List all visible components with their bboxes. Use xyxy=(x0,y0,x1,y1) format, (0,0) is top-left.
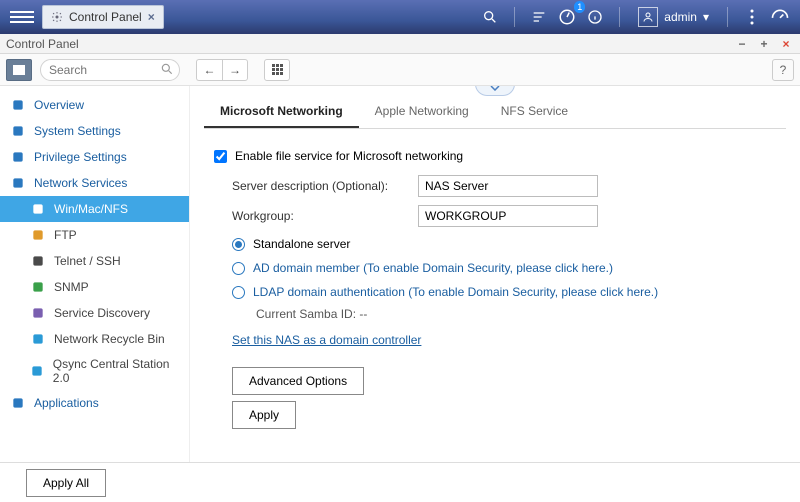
sidebar-item-system-settings[interactable]: System Settings xyxy=(0,118,189,144)
maximize-button[interactable]: + xyxy=(756,36,772,52)
home-icon xyxy=(13,65,25,75)
advanced-options-button[interactable]: Advanced Options xyxy=(232,367,364,395)
sidebar-icon xyxy=(30,305,46,321)
sidebar-item-label: System Settings xyxy=(34,124,121,138)
sidebar-item-overview[interactable]: Overview xyxy=(0,92,189,118)
gear-icon xyxy=(51,11,63,23)
tasks-icon[interactable] xyxy=(525,3,553,31)
sidebar-item-network-recycle-bin[interactable]: Network Recycle Bin xyxy=(0,326,189,352)
more-icon[interactable] xyxy=(738,3,766,31)
sidebar-icon xyxy=(30,227,46,243)
expand-handle[interactable] xyxy=(475,86,515,96)
sidebar-item-label: Network Services xyxy=(34,176,127,190)
enable-ms-networking-label: Enable file service for Microsoft networ… xyxy=(235,149,463,163)
apps-grid-button[interactable] xyxy=(264,59,290,81)
sidebar-item-telnet-ssh[interactable]: Telnet / SSH xyxy=(0,248,189,274)
sidebar-icon xyxy=(10,123,26,139)
ldap-auth-radio[interactable] xyxy=(232,286,245,299)
sidebar-item-label: Privilege Settings xyxy=(34,150,127,164)
search-field xyxy=(40,59,180,81)
back-button[interactable]: ← xyxy=(196,59,222,81)
samba-id-label: Current Samba ID: xyxy=(256,307,356,321)
server-desc-input[interactable] xyxy=(418,175,598,197)
tab-apple-networking[interactable]: Apple Networking xyxy=(359,96,485,128)
sidebar-icon xyxy=(30,253,46,269)
server-desc-label: Server description (Optional): xyxy=(210,179,410,193)
window-title: Control Panel xyxy=(6,37,79,51)
sidebar-icon xyxy=(10,175,26,191)
minimize-button[interactable]: − xyxy=(734,36,750,52)
dashboard-icon[interactable] xyxy=(766,3,794,31)
workgroup-label: Workgroup: xyxy=(210,209,410,223)
apply-button[interactable]: Apply xyxy=(232,401,296,429)
sidebar-item-label: Qsync Central Station 2.0 xyxy=(53,357,179,385)
help-button[interactable]: ? xyxy=(772,59,794,81)
sidebar-item-label: FTP xyxy=(54,228,77,242)
menu-icon[interactable] xyxy=(10,5,34,29)
sidebar-icon xyxy=(10,395,26,411)
app-toolbar: Control Panel × 1 admin ▾ xyxy=(0,0,800,34)
sidebar-item-snmp[interactable]: SNMP xyxy=(0,274,189,300)
enable-ms-networking-checkbox[interactable] xyxy=(214,150,227,163)
sidebar-icon xyxy=(30,279,46,295)
sidebar-item-label: Telnet / SSH xyxy=(54,254,121,268)
ad-member-radio[interactable] xyxy=(232,262,245,275)
user-icon xyxy=(638,7,658,27)
tab-label: Control Panel xyxy=(69,10,142,24)
user-name: admin xyxy=(664,10,697,24)
search-glyph-icon xyxy=(160,62,174,76)
ldap-auth-label[interactable]: LDAP domain authentication (To enable Do… xyxy=(253,285,658,299)
forward-button[interactable]: → xyxy=(222,59,248,81)
sidebar-icon xyxy=(30,201,46,217)
notifications-icon[interactable]: 1 xyxy=(553,3,581,31)
sidebar-item-label: Service Discovery xyxy=(54,306,150,320)
sidebar-item-applications[interactable]: Applications xyxy=(0,390,189,416)
footer: Apply All xyxy=(0,462,800,502)
tabs: Microsoft NetworkingApple NetworkingNFS … xyxy=(204,96,786,129)
sidebar: Overview System Settings Privilege Setting… xyxy=(0,86,190,462)
sidebar-icon xyxy=(30,331,46,347)
sidebar-icon xyxy=(10,149,26,165)
ad-member-label[interactable]: AD domain member (To enable Domain Secur… xyxy=(253,261,613,275)
sidebar-item-privilege-settings[interactable]: Privilege Settings xyxy=(0,144,189,170)
sidebar-item-ftp[interactable]: FTP xyxy=(0,222,189,248)
sidebar-item-label: Overview xyxy=(34,98,84,112)
standalone-radio[interactable] xyxy=(232,238,245,251)
standalone-label: Standalone server xyxy=(253,237,350,251)
sidebar-icon xyxy=(10,97,26,113)
chevron-down-icon xyxy=(490,86,500,91)
set-domain-controller-link[interactable]: Set this NAS as a domain controller xyxy=(232,333,421,347)
content-pane: Microsoft NetworkingApple NetworkingNFS … xyxy=(190,86,800,462)
grid-icon xyxy=(272,64,283,75)
window-titlebar: Control Panel − + × xyxy=(0,34,800,54)
open-tab-control-panel[interactable]: Control Panel × xyxy=(42,5,164,29)
close-tab-icon[interactable]: × xyxy=(148,10,155,24)
sidebar-item-label: Applications xyxy=(34,396,99,410)
sidebar-item-label: SNMP xyxy=(54,280,89,294)
nav-strip: ← → ? xyxy=(0,54,800,86)
sidebar-item-win-mac-nfs[interactable]: Win/Mac/NFS xyxy=(0,196,189,222)
close-button[interactable]: × xyxy=(778,36,794,52)
sidebar-item-network-services[interactable]: Network Services xyxy=(0,170,189,196)
chevron-down-icon: ▾ xyxy=(703,10,709,24)
sidebar-item-service-discovery[interactable]: Service Discovery xyxy=(0,300,189,326)
search-input[interactable] xyxy=(40,59,180,81)
toolbar-right: 1 admin ▾ xyxy=(476,0,794,34)
samba-id-value: -- xyxy=(359,307,367,321)
search-icon[interactable] xyxy=(476,3,504,31)
tab-microsoft-networking[interactable]: Microsoft Networking xyxy=(204,96,359,128)
apply-all-button[interactable]: Apply All xyxy=(26,469,106,497)
sidebar-item-label: Network Recycle Bin xyxy=(54,332,165,346)
sidebar-icon xyxy=(30,363,45,379)
sidebar-item-qsync-central-station-2-0[interactable]: Qsync Central Station 2.0 xyxy=(0,352,189,390)
user-menu[interactable]: admin ▾ xyxy=(630,7,717,27)
tab-nfs-service[interactable]: NFS Service xyxy=(485,96,584,128)
info-icon[interactable] xyxy=(581,3,609,31)
form-area: Enable file service for Microsoft networ… xyxy=(204,129,786,443)
home-button[interactable] xyxy=(6,59,32,81)
workgroup-input[interactable] xyxy=(418,205,598,227)
sidebar-item-label: Win/Mac/NFS xyxy=(54,202,128,216)
